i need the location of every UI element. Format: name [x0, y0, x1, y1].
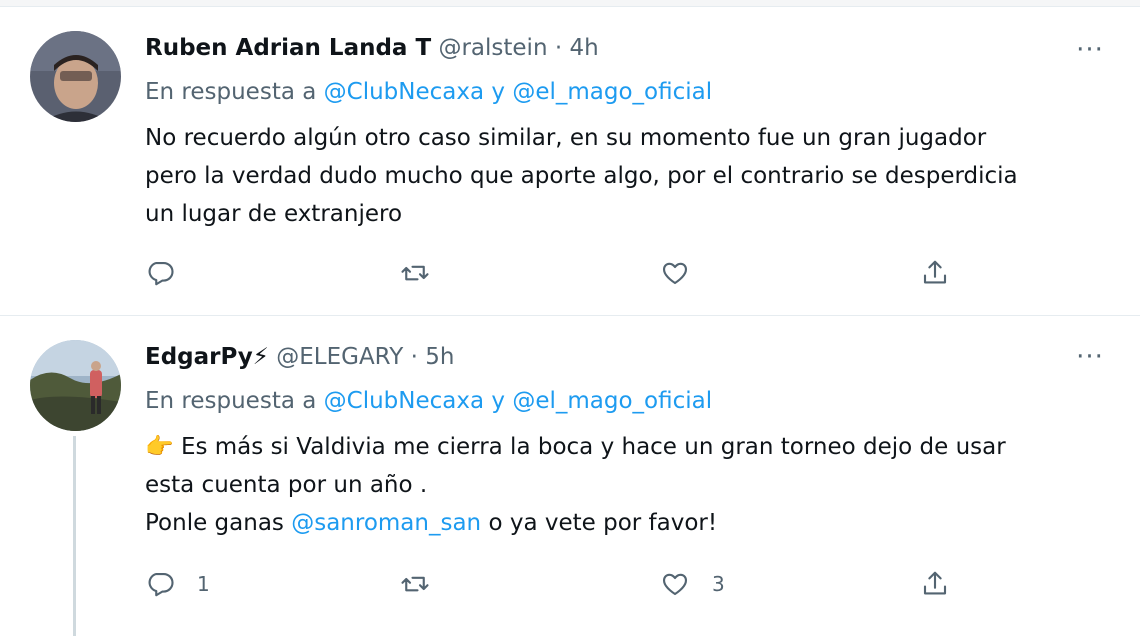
tweet-text-line: pero la verdad dudo mucho que aporte alg… — [145, 163, 1018, 189]
separator: · — [410, 344, 418, 370]
tweet-text-line: No recuerdo algún otro caso similar, en … — [145, 125, 987, 151]
reply-button[interactable]: 1 — [145, 566, 210, 602]
timestamp[interactable]: 4h — [569, 35, 598, 61]
user-handle[interactable]: @ELEGARY — [276, 344, 403, 370]
reply-context: En respuesta a @ClubNecaxa y @el_mago_of… — [145, 388, 712, 414]
tweet[interactable]: Ruben Adrian Landa T @ralstein · 4h ··· … — [0, 7, 1140, 315]
share-icon — [923, 571, 947, 595]
mention-link[interactable]: @el_mago_oficial — [512, 388, 712, 414]
reply-prefix: En respuesta a — [145, 388, 317, 414]
retweet-icon — [401, 265, 429, 281]
separator: · — [554, 35, 563, 61]
user-name[interactable]: Ruben Adrian Landa T — [145, 35, 431, 61]
reply-icon — [148, 572, 174, 597]
retweet-icon — [401, 576, 429, 592]
tweet-header: EdgarPy⚡ @ELEGARY · 5h — [145, 344, 454, 370]
tweet-header: Ruben Adrian Landa T @ralstein · 4h — [145, 35, 599, 61]
like-button[interactable]: 3 — [660, 566, 725, 602]
top-divider — [0, 0, 1140, 7]
thread-connector — [73, 436, 76, 636]
reply-conjunction: y — [491, 79, 506, 105]
user-name[interactable]: EdgarPy⚡ — [145, 344, 269, 370]
retweet-button[interactable] — [400, 566, 430, 602]
reply-icon — [148, 261, 174, 286]
mention-link[interactable]: @ClubNecaxa — [324, 388, 484, 414]
reply-context: En respuesta a @ClubNecaxa y @el_mago_of… — [145, 79, 712, 105]
retweet-button[interactable] — [400, 255, 430, 291]
tweet-text-segment: Ponle ganas — [145, 510, 284, 536]
avatar[interactable] — [30, 31, 121, 122]
like-button[interactable] — [660, 255, 690, 291]
tweet-text-line: Ponle ganas @sanroman_san o ya vete por … — [145, 504, 1120, 542]
share-button[interactable] — [920, 566, 950, 602]
more-icon[interactable]: ··· — [1070, 344, 1110, 372]
tweet[interactable]: EdgarPy⚡ @ELEGARY · 5h ··· En respuesta … — [0, 316, 1140, 636]
tweet-text: 👉 Es más si Valdivia me cierra la boca y… — [145, 428, 1120, 542]
mention-link[interactable]: @ClubNecaxa — [324, 79, 484, 105]
tweet-text-segment: o ya vete por favor! — [488, 510, 718, 536]
more-icon[interactable]: ··· — [1070, 37, 1110, 65]
like-icon — [662, 262, 688, 285]
reply-prefix: En respuesta a — [145, 79, 317, 105]
share-button[interactable] — [920, 255, 950, 291]
pointing-hand-emoji: 👉 — [145, 434, 174, 460]
tweet-text-line: un lugar de extranjero — [145, 201, 403, 227]
action-bar: 1 3 — [145, 566, 975, 602]
user-handle[interactable]: @ralstein — [438, 35, 547, 61]
tweet-text-segment: Es más si Valdivia me cierra la boca y h… — [180, 434, 1006, 460]
reply-conjunction: y — [491, 388, 506, 414]
mention-link[interactable]: @el_mago_oficial — [512, 79, 712, 105]
share-icon — [923, 260, 947, 284]
avatar[interactable] — [30, 340, 121, 431]
tweet-text-line: esta cuenta por un año . — [145, 472, 428, 498]
action-bar — [145, 255, 975, 291]
tweet-text-line: 👉 Es más si Valdivia me cierra la boca y… — [145, 428, 1120, 466]
timestamp[interactable]: 5h — [425, 344, 454, 370]
like-icon — [662, 573, 688, 596]
reply-count: 1 — [197, 572, 210, 596]
like-count: 3 — [712, 572, 725, 596]
tweet-text: No recuerdo algún otro caso similar, en … — [145, 119, 1120, 233]
reply-button[interactable] — [145, 255, 175, 291]
mention-link[interactable]: @sanroman_san — [291, 510, 481, 536]
